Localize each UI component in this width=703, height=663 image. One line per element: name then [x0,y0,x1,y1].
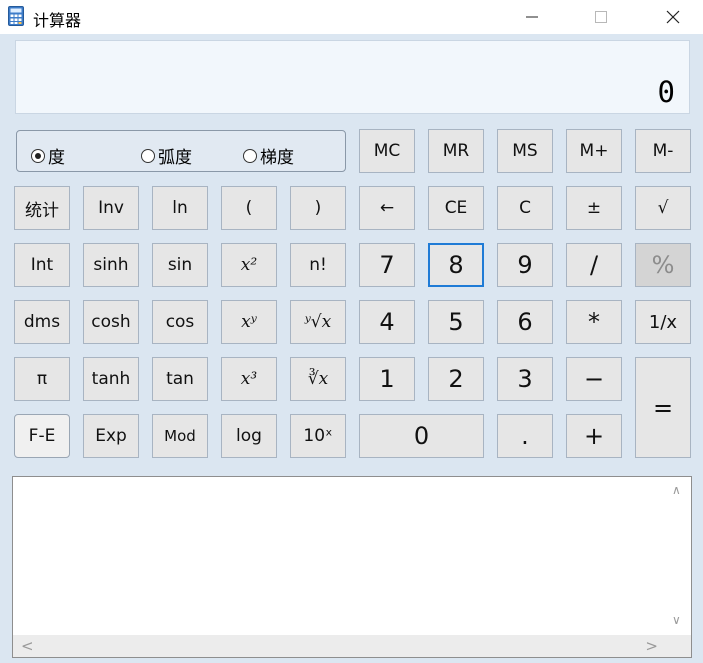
m-plus-button[interactable]: M+ [566,129,622,173]
title-bar: 计算器 [0,0,703,34]
pi-button[interactable]: π [14,357,70,401]
inv-button[interactable]: Inv [83,186,139,230]
multiply-button[interactable]: * [566,300,622,344]
radio-degrees[interactable]: 度 [31,143,65,168]
digit-5-button[interactable]: 5 [428,300,484,344]
radio-dot [141,148,155,163]
digit-6-button[interactable]: 6 [497,300,553,344]
decimal-point-button[interactable]: . [497,414,553,458]
digit-4-button[interactable]: 4 [359,300,415,344]
tan-button[interactable]: tan [152,357,208,401]
ms-button[interactable]: MS [497,129,553,173]
cube-root-button[interactable]: ∛x [290,357,346,401]
clear-button[interactable]: C [497,186,553,230]
mr-button[interactable]: MR [428,129,484,173]
angle-mode-group: 度 弧度 梯度 [16,130,346,172]
scrollbar-corner [665,635,691,657]
x-squared-button[interactable]: x² [221,243,277,287]
radio-dot [243,148,257,163]
digit-8-button[interactable]: 8 [428,243,484,287]
mod-button[interactable]: Mod [152,414,208,458]
backspace-button[interactable]: ← [359,186,415,230]
radio-dot-selected [31,148,45,163]
log-button[interactable]: log [221,414,277,458]
radio-label-degrees: 度 [48,148,65,168]
exp-button[interactable]: Exp [83,414,139,458]
digit-1-button[interactable]: 1 [359,357,415,401]
close-icon [666,10,680,24]
divide-button[interactable]: / [566,243,622,287]
clear-entry-button[interactable]: CE [428,186,484,230]
digit-0-button[interactable]: 0 [359,414,484,458]
calculator-icon [8,6,24,26]
cos-button[interactable]: cos [152,300,208,344]
radio-label-radians: 弧度 [158,148,192,168]
fe-button[interactable]: F-E [14,414,70,458]
negate-button[interactable]: ± [566,186,622,230]
subtract-button[interactable]: − [566,357,622,401]
x-cubed-button[interactable]: x³ [221,357,277,401]
sinh-button[interactable]: sinh [83,243,139,287]
x-power-y-button[interactable]: xʸ [221,300,277,344]
minimize-icon [526,16,538,18]
history-panel[interactable]: ∧ ∨ < > [12,476,692,658]
tanh-button[interactable]: tanh [83,357,139,401]
close-paren-button[interactable]: ) [290,186,346,230]
horizontal-scrollbar[interactable]: < > [13,635,666,657]
open-paren-button[interactable]: ( [221,186,277,230]
m-minus-button[interactable]: M- [635,129,691,173]
int-button[interactable]: Int [14,243,70,287]
radio-label-gradians: 梯度 [260,148,294,168]
cosh-button[interactable]: cosh [83,300,139,344]
close-button[interactable] [650,0,696,34]
digit-2-button[interactable]: 2 [428,357,484,401]
add-button[interactable]: + [566,414,622,458]
percent-button[interactable]: % [635,243,691,287]
result-display: 0 [15,40,690,114]
reciprocal-button[interactable]: 1/x [635,300,691,344]
statistics-button[interactable]: 统计 [14,186,70,230]
radio-gradians[interactable]: 梯度 [243,143,294,168]
window-title: 计算器 [33,11,82,30]
sin-button[interactable]: sin [152,243,208,287]
scroll-down-icon[interactable]: ∨ [672,613,681,627]
ten-power-x-button[interactable]: 10ˣ [290,414,346,458]
factorial-button[interactable]: n! [290,243,346,287]
digit-9-button[interactable]: 9 [497,243,553,287]
digit-3-button[interactable]: 3 [497,357,553,401]
digit-7-button[interactable]: 7 [359,243,415,287]
vertical-scrollbar[interactable]: ∧ ∨ [665,477,691,635]
maximize-icon [595,11,607,23]
ln-button[interactable]: ln [152,186,208,230]
mc-button[interactable]: MC [359,129,415,173]
maximize-button[interactable] [578,0,624,34]
scroll-left-icon[interactable]: < [21,637,34,655]
square-root-button[interactable]: √ [635,186,691,230]
y-root-x-button[interactable]: ʸ√x [290,300,346,344]
scroll-up-icon[interactable]: ∧ [672,483,681,497]
scroll-right-icon[interactable]: > [645,637,658,655]
equals-button[interactable]: = [635,357,691,458]
radio-radians[interactable]: 弧度 [141,143,192,168]
minimize-button[interactable] [509,0,555,34]
display-value: 0 [657,75,675,109]
dms-button[interactable]: dms [14,300,70,344]
